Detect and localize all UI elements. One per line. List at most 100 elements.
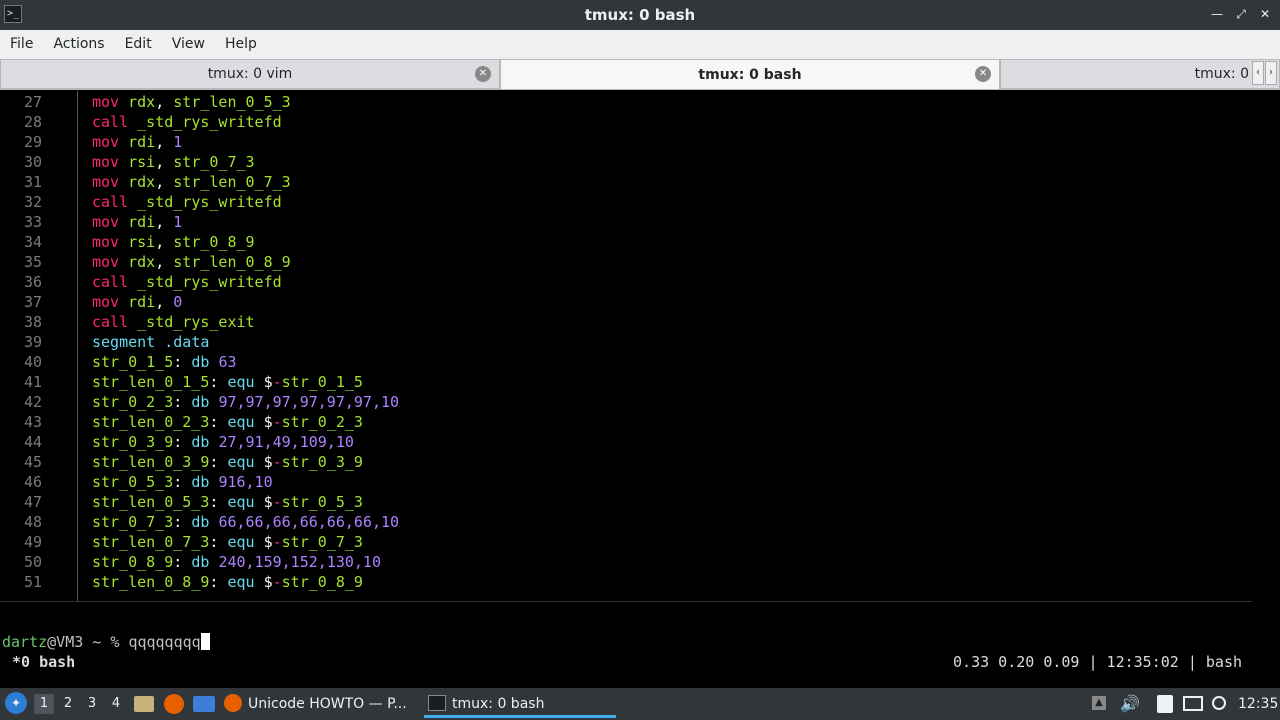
code-token: str_0_7_3 (92, 513, 174, 531)
code-token: mov (92, 133, 120, 151)
window-titlebar[interactable]: >_ tmux: 0 bash — ⤢ ✕ (0, 0, 1280, 30)
tray-expand-icon[interactable]: ▲ (1092, 696, 1106, 710)
tab-close-icon[interactable]: ✕ (975, 66, 991, 82)
code-text: str_0_3_9: db 27,91,49,109,10 (92, 432, 354, 452)
code-text: mov rdx, str_len_0_8_9 (92, 252, 291, 272)
tab-scroll-right-icon[interactable]: › (1265, 61, 1277, 85)
terminal-icon (428, 695, 446, 711)
menu-edit[interactable]: Edit (115, 36, 162, 52)
code-token: equ (227, 413, 255, 431)
menu-file[interactable]: File (0, 36, 43, 52)
tmux-window-label[interactable]: *0 bash (12, 652, 75, 672)
minimize-icon[interactable]: — (1210, 6, 1224, 22)
code-token: db (191, 353, 210, 371)
code-text: str_0_7_3: db 66,66,66,66,66,66,10 (92, 512, 399, 532)
menu-view[interactable]: View (162, 36, 215, 52)
code-token: str_0_2_3 (281, 413, 363, 431)
tab-scroll-left-icon[interactable]: ‹ (1252, 61, 1264, 85)
firefox-icon[interactable] (164, 694, 184, 714)
code-token: mov (92, 93, 120, 111)
code-token: 0 (173, 293, 183, 311)
tab-label: tmux: 0 bash (698, 66, 802, 83)
desktop-2[interactable]: 2 (58, 694, 78, 714)
terminal-area[interactable]: 27 mov rdx, str_len_0_5_3 28 call _std_rys_… (0, 91, 1280, 687)
code-token: 97,97,97,97,97,97,10 (218, 393, 400, 411)
prompt-host: @VM3 ~ % (47, 633, 129, 651)
display-icon[interactable] (1183, 696, 1203, 711)
shell-prompt[interactable]: dartz@VM3 ~ % qqqqqqqq (2, 632, 210, 652)
code-token: 916,10 (218, 473, 273, 491)
tmux-status-right: 0.33 0.20 0.09 | 12:35:02 | bash (953, 653, 1242, 671)
power-icon[interactable] (1212, 696, 1226, 710)
line-number: 35 (23, 253, 42, 271)
clipboard-icon[interactable] (1157, 695, 1173, 713)
line-number: 41 (23, 373, 42, 391)
code-text: mov rdi, 0 (92, 292, 182, 312)
code-token: rsi (128, 153, 156, 171)
code-token: mov (92, 173, 120, 191)
code-token: - (272, 373, 282, 391)
code-token: call (92, 273, 129, 291)
maximize-icon[interactable]: ⤢ (1234, 6, 1248, 22)
line-number: 45 (23, 453, 42, 471)
code-text: str_len_0_2_3: equ $-str_0_2_3 (92, 412, 363, 432)
desktop-3[interactable]: 3 (82, 694, 102, 714)
code-token: equ (227, 493, 255, 511)
code-token: _std_rys_writefd (137, 113, 282, 131)
line-number: 38 (23, 313, 42, 331)
file-manager-icon[interactable] (134, 696, 154, 712)
tab-close-icon[interactable]: ✕ (475, 66, 491, 82)
tab-bash[interactable]: tmux: 0 bash ✕ (500, 59, 1000, 89)
code-text: str_len_0_1_5: equ $-str_0_1_5 (92, 372, 363, 392)
code-text: call _std_rys_writefd (92, 272, 282, 292)
desktop-1[interactable]: 1 (34, 694, 54, 714)
task-terminal[interactable]: tmux: 0 bash (424, 690, 616, 718)
code-token: str_len_0_7_3 (173, 173, 291, 191)
code-token: equ (227, 453, 255, 471)
menu-actions[interactable]: Actions (43, 36, 114, 52)
code-token: $ (254, 573, 273, 591)
code-token: rdi (128, 293, 156, 311)
taskbar: ✦ 1 2 3 4 Unicode HOWTO — P... tmux: 0 b… (0, 688, 1280, 720)
code-token: : (209, 413, 228, 431)
line-number: 37 (23, 293, 42, 311)
line-number: 40 (23, 353, 42, 371)
desktop-4[interactable]: 4 (106, 694, 126, 714)
code-text: str_len_0_3_9: equ $-str_0_3_9 (92, 452, 363, 472)
line-number-gutter (77, 91, 78, 601)
tab-other[interactable]: tmux: 0 (1000, 59, 1280, 89)
terminal-app-icon[interactable]: >_ (4, 5, 22, 23)
tab-vim[interactable]: tmux: 0 vim ✕ (0, 59, 500, 89)
app-launcher-icon[interactable]: ✦ (5, 692, 27, 714)
pane-separator (0, 601, 1252, 602)
menu-help[interactable]: Help (215, 36, 267, 52)
task-firefox[interactable]: Unicode HOWTO — P... (224, 690, 414, 718)
code-token: $ (254, 373, 273, 391)
code-token: str_0_3_9 (281, 453, 363, 471)
code-token: str_0_8_9 (92, 553, 174, 571)
code-token: str_0_5_3 (92, 473, 174, 491)
code-token: str_len_0_7_3 (92, 533, 210, 551)
code-token: rdx (128, 173, 156, 191)
code-token: rdi (128, 213, 156, 231)
task-label: tmux: 0 bash (452, 696, 545, 712)
show-desktop-icon[interactable] (193, 696, 215, 712)
code-token: str_0_7_3 (281, 533, 363, 551)
code-token: rdi (128, 133, 156, 151)
firefox-icon (224, 694, 242, 712)
line-number: 32 (23, 193, 42, 211)
line-number: 30 (23, 153, 42, 171)
code-token: $ (254, 533, 273, 551)
code-token: equ (227, 573, 255, 591)
task-label: Unicode HOWTO — P... (248, 696, 407, 712)
volume-icon[interactable]: 🔊 (1120, 688, 1140, 720)
taskbar-clock[interactable]: 12:35 (1238, 688, 1278, 720)
code-token: _std_rys_exit (137, 313, 255, 331)
close-icon[interactable]: ✕ (1258, 6, 1272, 22)
